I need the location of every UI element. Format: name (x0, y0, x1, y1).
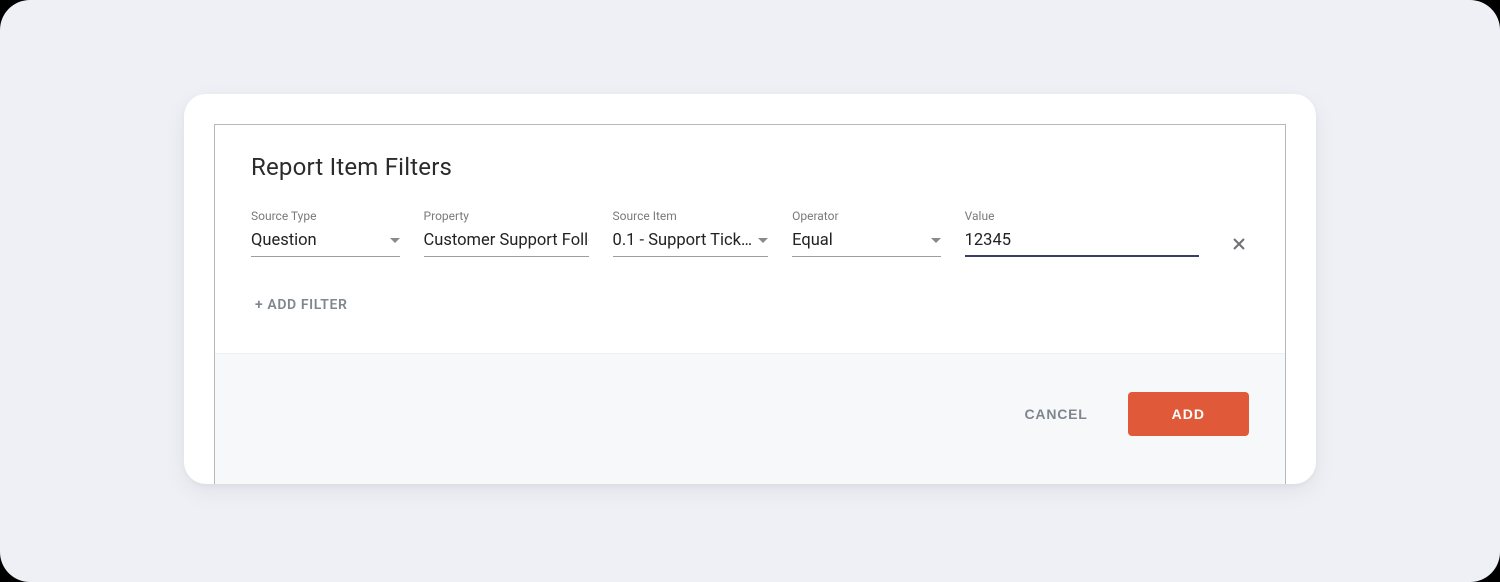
source-type-value: Question (251, 231, 384, 251)
value-input[interactable]: 12345 (965, 229, 1199, 257)
value-text: 12345 (965, 231, 1199, 251)
source-item-field: Source Item 0.1 - Support Tick… (613, 209, 769, 257)
remove-filter-button[interactable] (1229, 233, 1249, 255)
source-type-select[interactable]: Question (251, 229, 400, 257)
filter-row: Source Type Question Property Customer S… (251, 209, 1249, 257)
source-item-label: Source Item (613, 209, 769, 223)
report-item-filters-dialog: Report Item Filters Source Type Question… (184, 94, 1316, 484)
property-value: Customer Support Follo (424, 231, 589, 251)
cancel-button[interactable]: CANCEL (1025, 406, 1088, 422)
chevron-down-icon (390, 238, 400, 243)
dialog-footer: CANCEL ADD (215, 353, 1285, 484)
source-item-value: 0.1 - Support Tick… (613, 231, 753, 251)
property-label: Property (424, 209, 589, 223)
close-icon (1231, 236, 1247, 252)
dialog-body: Report Item Filters Source Type Question… (215, 125, 1285, 353)
property-select[interactable]: Customer Support Follo (424, 229, 589, 257)
add-button[interactable]: ADD (1128, 392, 1249, 436)
operator-value: Equal (792, 231, 925, 251)
operator-label: Operator (792, 209, 941, 223)
operator-select[interactable]: Equal (792, 229, 941, 257)
value-label: Value (965, 209, 1199, 223)
add-filter-button[interactable]: + ADD FILTER (251, 297, 1249, 313)
source-item-select[interactable]: 0.1 - Support Tick… (613, 229, 769, 257)
operator-field: Operator Equal (792, 209, 941, 257)
property-field: Property Customer Support Follo (424, 209, 589, 257)
value-field: Value 12345 (965, 209, 1199, 257)
chevron-down-icon (758, 238, 768, 243)
chevron-down-icon (931, 238, 941, 243)
dialog-title: Report Item Filters (251, 153, 1249, 181)
source-type-field: Source Type Question (251, 209, 400, 257)
source-type-label: Source Type (251, 209, 400, 223)
